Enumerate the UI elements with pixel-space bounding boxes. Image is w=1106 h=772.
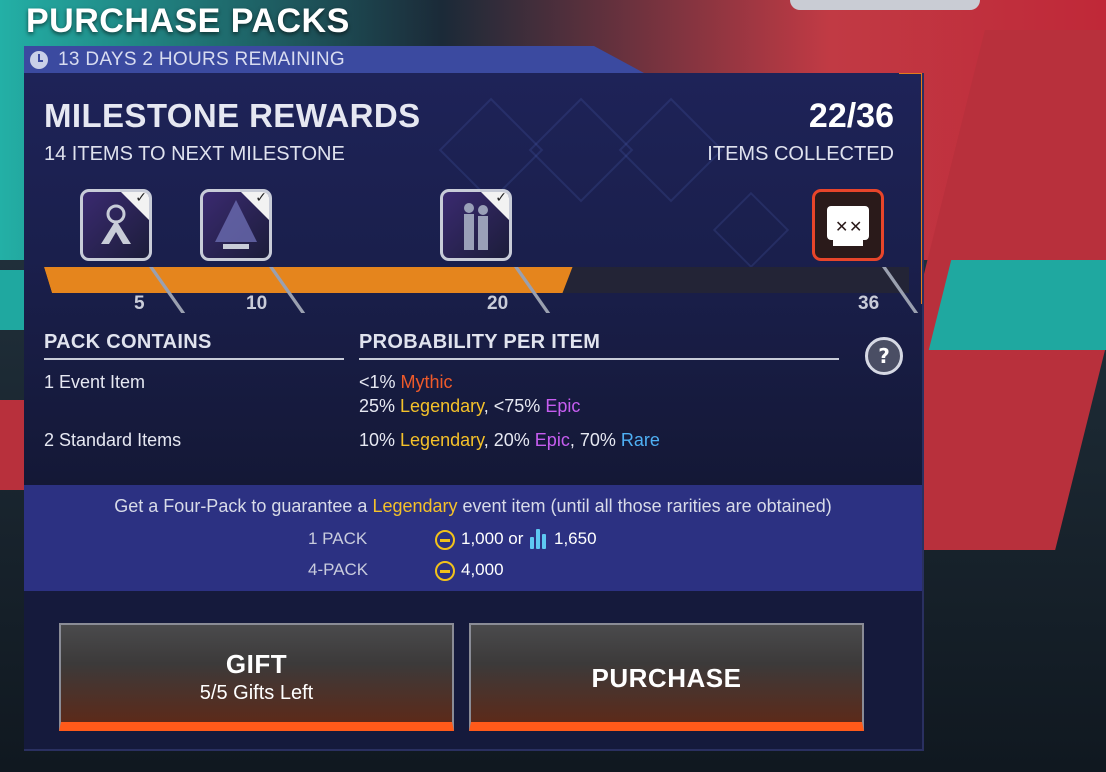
checkmark-icon: ✓ xyxy=(255,190,267,206)
event-item-prob-line1: <1% Mythic xyxy=(359,372,453,393)
help-icon[interactable]: ? xyxy=(865,337,903,375)
items-collected-label: ITEMS COLLECTED xyxy=(707,143,894,165)
four-pack-label: 4-PACK xyxy=(308,560,369,579)
rarity-epic: Epic xyxy=(534,430,570,450)
milestone-section: MILESTONE REWARDS 14 ITEMS TO NEXT MILES… xyxy=(24,73,922,485)
milestone-marker-36: 36 xyxy=(858,293,880,314)
apex-coin-icon xyxy=(435,530,455,550)
svg-text:✕: ✕ xyxy=(849,217,862,236)
apex-coin-icon xyxy=(435,561,455,581)
reward-character-skin[interactable]: ✓ xyxy=(440,189,512,261)
items-collected-count: 22/36 xyxy=(808,97,894,135)
event-item-label: 1 Event Item xyxy=(44,372,146,392)
prob-percent: 10% xyxy=(359,430,401,450)
guarantee-text: Get a Four-Pack to guarantee a Legendary… xyxy=(24,496,922,517)
background-decoration xyxy=(438,97,544,203)
guarantee-text-post: event item (until all those rarities are… xyxy=(457,496,832,516)
pack-panel: MILESTONE REWARDS 14 ITEMS TO NEXT MILES… xyxy=(24,73,924,751)
prob-percent: , 20% xyxy=(483,430,535,450)
prob-percent: <1% xyxy=(359,372,401,392)
prob-percent: , 70% xyxy=(569,430,621,450)
page-title: PURCHASE PACKS xyxy=(26,2,350,40)
rarity-legendary: Legendary xyxy=(372,496,458,516)
guarantee-text-pre: Get a Four-Pack to guarantee a xyxy=(114,496,373,516)
time-remaining-banner: 13 DAYS 2 HOURS REMAINING xyxy=(24,46,644,73)
milestone-title: MILESTONE REWARDS xyxy=(44,97,421,134)
one-pack-label: 1 PACK xyxy=(308,529,368,548)
clock-icon xyxy=(30,50,48,69)
prob-percent: , <75% xyxy=(483,396,546,416)
background-decoration xyxy=(712,191,790,269)
gifts-left-text: 5/5 Gifts Left xyxy=(199,682,314,704)
time-remaining-text: 13 DAYS 2 HOURS REMAINING xyxy=(58,48,345,70)
four-pack-guarantee-section: Get a Four-Pack to guarantee a Legendary… xyxy=(24,485,922,591)
event-item-prob-line2: 25% Legendary, <75% Epic xyxy=(359,396,580,417)
reward-apex-badge[interactable]: ✓ xyxy=(80,189,152,261)
pack-contains-header: PACK CONTAINS xyxy=(44,331,212,353)
skull-icon: ✕ ✕ xyxy=(827,206,869,246)
reward-skull[interactable]: ✕ ✕ xyxy=(812,189,884,261)
checkmark-icon: ✓ xyxy=(135,190,147,206)
rarity-mythic: Mythic xyxy=(400,372,453,392)
gift-button-label: GIFT xyxy=(225,649,288,679)
standard-items-label: 2 Standard Items xyxy=(44,430,182,450)
gift-button[interactable]: GIFT 5/5 Gifts Left xyxy=(59,623,454,731)
reward-holo-tree[interactable]: ✓ xyxy=(200,189,272,261)
divider xyxy=(44,358,344,360)
divider xyxy=(359,358,839,360)
crafting-metals-icon xyxy=(530,529,548,549)
purchase-button[interactable]: PURCHASE xyxy=(469,623,864,731)
milestone-marker-20: 20 xyxy=(487,293,509,314)
svg-text:✕: ✕ xyxy=(835,217,848,236)
standard-items-prob: 10% Legendary, 20% Epic, 70% Rare xyxy=(359,430,660,451)
four-pack-coin-price: 4,000 xyxy=(461,560,504,579)
milestone-progress-bar xyxy=(44,267,909,293)
milestone-subtitle: 14 ITEMS TO NEXT MILESTONE xyxy=(44,143,345,165)
milestone-marker-5: 5 xyxy=(134,293,145,314)
checkmark-icon: ✓ xyxy=(495,190,507,206)
rarity-rare: Rare xyxy=(620,430,660,450)
one-pack-crystal-price: 1,650 xyxy=(554,529,597,548)
milestone-progress-fill xyxy=(44,267,573,293)
probability-header: PROBABILITY PER ITEM xyxy=(359,331,601,353)
one-pack-coin-price: 1,000 or xyxy=(461,529,524,548)
prob-percent: 25% xyxy=(359,396,401,416)
rarity-legendary: Legendary xyxy=(400,430,484,450)
background-decoration xyxy=(528,97,634,203)
rarity-legendary: Legendary xyxy=(400,396,484,416)
milestone-marker-10: 10 xyxy=(246,293,268,314)
rarity-epic: Epic xyxy=(545,396,581,416)
purchase-button-label: PURCHASE xyxy=(591,663,742,693)
